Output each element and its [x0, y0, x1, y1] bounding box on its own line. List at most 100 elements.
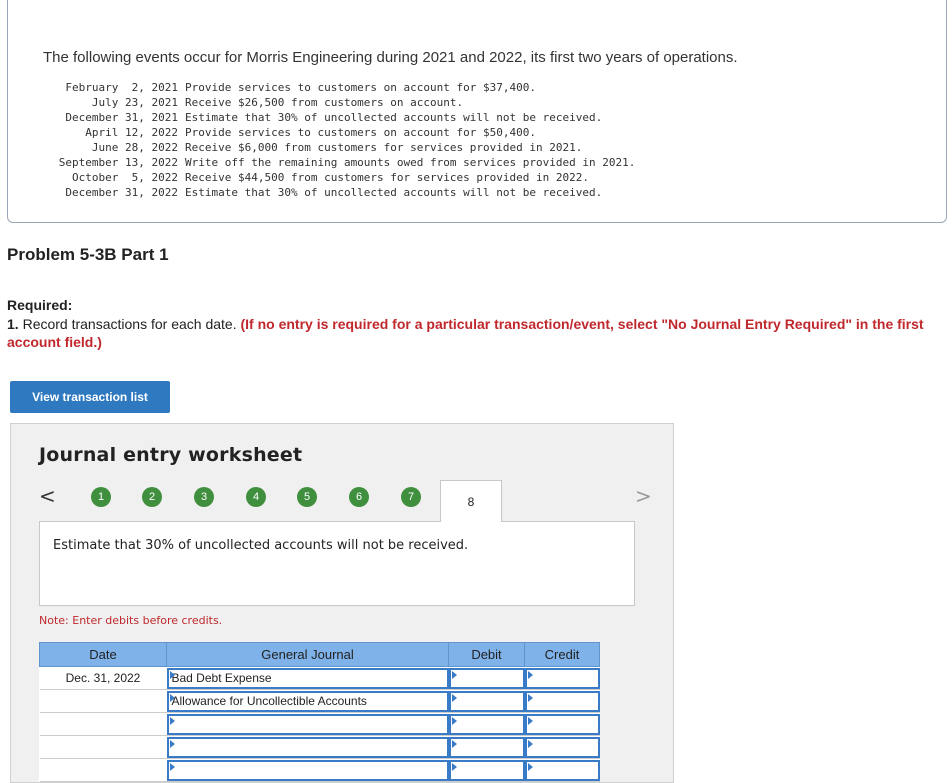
dropdown-marker-icon	[169, 739, 175, 748]
event-row: December 31, 2021 Estimate that 30% of un…	[43, 110, 635, 125]
event-row: February 2, 2021 Provide services to cust…	[43, 80, 635, 95]
dropdown-marker-icon	[169, 716, 175, 725]
credit-input[interactable]	[524, 713, 600, 735]
input-marker-icon	[527, 739, 533, 748]
step-5-button[interactable]: 5	[297, 487, 317, 507]
credit-cell	[524, 689, 600, 713]
step-8-tab-active[interactable]: 8	[440, 480, 502, 522]
input-marker-icon	[527, 716, 533, 725]
general-journal-table: Date General Journal Debit Credit Dec. 3…	[39, 642, 600, 782]
step-6-button[interactable]: 6	[349, 487, 369, 507]
credit-input[interactable]	[524, 759, 600, 781]
debit-input[interactable]	[448, 667, 525, 689]
date-cell	[39, 712, 167, 736]
dropdown-marker-icon	[169, 670, 175, 679]
account-select[interactable]: Bad Debt Expense	[166, 667, 449, 689]
event-date: December 31, 2022	[65, 186, 178, 199]
event-date: February 2, 2021	[65, 81, 178, 94]
input-marker-icon	[527, 670, 533, 679]
debit-cell	[448, 712, 525, 736]
event-description: Write off the remaining amounts owed fro…	[185, 156, 636, 169]
debit-cell	[448, 689, 525, 713]
header-date: Date	[39, 642, 167, 667]
date-cell	[39, 735, 167, 759]
event-date: June 28, 2022	[91, 141, 178, 154]
account-cell	[166, 758, 449, 782]
header-credit: Credit	[524, 642, 600, 667]
table-header-row: Date General Journal Debit Credit	[39, 642, 600, 667]
event-row: October 5, 2022 Receive $44,500 from cust…	[43, 170, 635, 185]
credit-input[interactable]	[524, 736, 600, 758]
event-row: April 12, 2022 Provide services to custom…	[43, 125, 635, 140]
debit-input[interactable]	[448, 759, 525, 781]
account-cell: Allowance for Uncollectible Accounts	[166, 689, 449, 713]
event-date: September 13, 2022	[58, 156, 178, 169]
transaction-description: Estimate that 30% of uncollected account…	[53, 538, 469, 553]
input-marker-icon	[527, 693, 533, 702]
event-date: April 12, 2022	[85, 126, 178, 139]
debit-input[interactable]	[448, 713, 525, 735]
account-select[interactable]	[166, 713, 449, 735]
debits-note: Note: Enter debits before credits.	[39, 614, 223, 627]
next-arrow-icon[interactable]: >	[635, 484, 652, 508]
required-number: 1.	[7, 316, 19, 332]
event-row: December 31, 2022 Estimate that 30% of un…	[43, 185, 635, 200]
step-7-button[interactable]: 7	[401, 487, 421, 507]
table-row: Dec. 31, 2022 Bad Debt Expense	[39, 666, 600, 690]
step-2-button[interactable]: 2	[142, 487, 162, 507]
credit-cell	[524, 666, 600, 690]
account-cell	[166, 735, 449, 759]
step-3-button[interactable]: 3	[194, 487, 214, 507]
step-4-button[interactable]: 4	[246, 487, 266, 507]
debit-input[interactable]	[448, 690, 525, 712]
intro-text: The following events occur for Morris En…	[43, 49, 738, 66]
events-list: February 2, 2021 Provide services to cust…	[43, 80, 636, 200]
table-row	[39, 712, 600, 736]
credit-cell	[524, 758, 600, 782]
credit-input[interactable]	[524, 690, 600, 712]
credit-cell	[524, 712, 600, 736]
date-cell	[39, 758, 167, 782]
account-value: Allowance for Uncollectible Accounts	[171, 693, 367, 708]
table-row	[39, 758, 600, 782]
input-marker-icon	[451, 716, 457, 725]
event-description: Receive $6,000 from customers for servic…	[185, 141, 583, 154]
event-date: July 23, 2021	[91, 96, 178, 109]
transaction-description-box: Estimate that 30% of uncollected account…	[39, 521, 635, 606]
step-1-button[interactable]: 1	[91, 487, 111, 507]
header-general-journal: General Journal	[166, 642, 449, 667]
date-cell: Dec. 31, 2022	[39, 666, 167, 690]
event-date: October 5, 2022	[72, 171, 178, 184]
input-marker-icon	[451, 739, 457, 748]
credit-cell	[524, 735, 600, 759]
event-description: Provide services to customers on account…	[185, 81, 536, 94]
journal-entry-worksheet: Journal entry worksheet < 1 2 3 4 5 6 7 …	[10, 423, 674, 783]
debit-input[interactable]	[448, 736, 525, 758]
event-description: Receive $26,500 from customers on accoun…	[185, 96, 464, 109]
debit-cell	[448, 735, 525, 759]
event-description: Receive $44,500 from customers for servi…	[185, 171, 589, 184]
account-cell	[166, 712, 449, 736]
account-cell: Bad Debt Expense	[166, 666, 449, 690]
account-value: Bad Debt Expense	[171, 670, 272, 685]
worksheet-title: Journal entry worksheet	[39, 444, 303, 466]
account-select[interactable]	[166, 759, 449, 781]
event-row: September 13, 2022 Write off the remainin…	[43, 155, 636, 170]
account-select[interactable]	[166, 736, 449, 758]
credit-input[interactable]	[524, 667, 600, 689]
dropdown-marker-icon	[169, 693, 175, 702]
date-cell	[39, 689, 167, 713]
event-date: December 31, 2021	[65, 111, 178, 124]
input-marker-icon	[451, 670, 457, 679]
event-row: June 28, 2022 Receive $6,000 from custome…	[43, 140, 635, 155]
required-text: Record transactions for each date.	[18, 316, 241, 332]
view-transaction-list-button[interactable]: View transaction list	[10, 381, 170, 413]
table-row	[39, 735, 600, 759]
event-description: Estimate that 30% of uncollected account…	[185, 111, 603, 124]
header-debit: Debit	[448, 642, 525, 667]
previous-arrow-icon[interactable]: <	[39, 484, 56, 508]
table-row: Allowance for Uncollectible Accounts	[39, 689, 600, 713]
account-select[interactable]: Allowance for Uncollectible Accounts	[166, 690, 449, 712]
required-label: Required:	[7, 297, 73, 313]
debit-cell	[448, 666, 525, 690]
